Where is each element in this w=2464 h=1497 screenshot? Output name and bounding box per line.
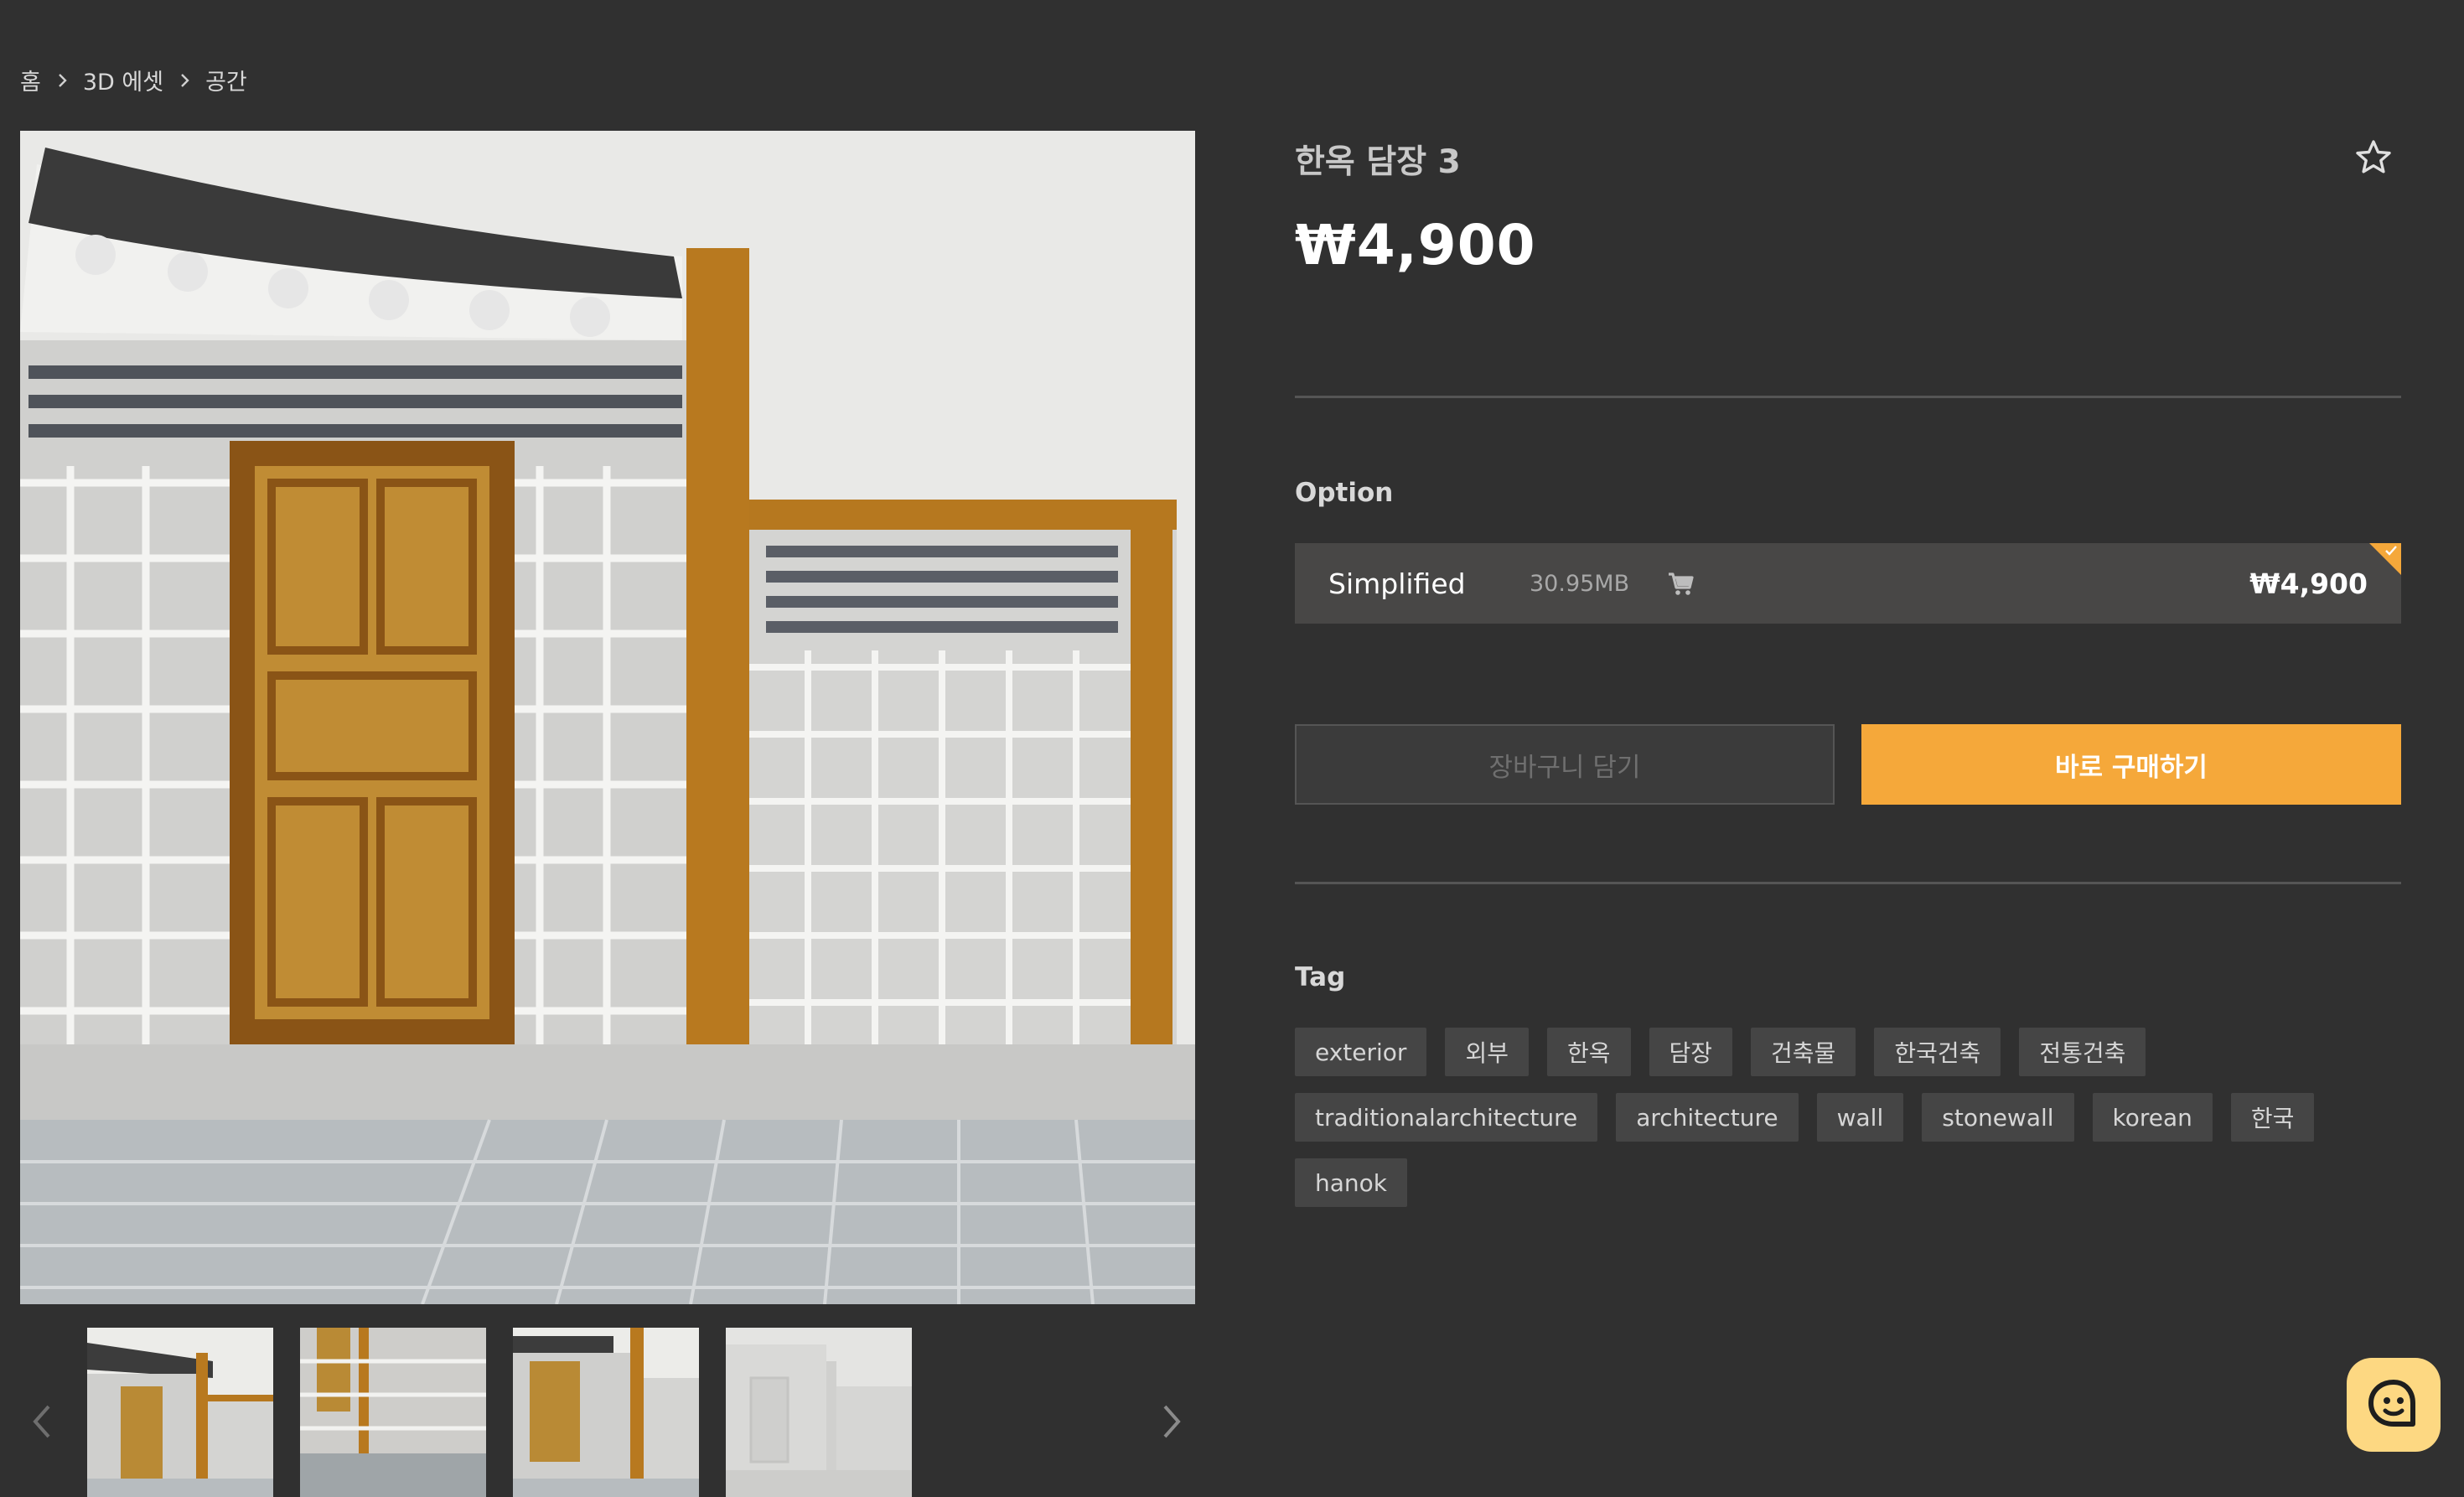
tag-item[interactable]: wall — [1816, 1093, 1904, 1142]
tag-item[interactable]: 한옥 — [1546, 1028, 1631, 1076]
chat-button[interactable] — [2347, 1358, 2441, 1452]
breadcrumb: 홈 3D 에셋 공간 — [20, 64, 247, 96]
tag-item[interactable]: hanok — [1295, 1158, 1407, 1207]
tag-item[interactable]: 한국건축 — [1874, 1028, 2001, 1076]
chevron-right-icon — [175, 71, 194, 90]
option-simplified[interactable]: Simplified 30.95MB ₩4,900 — [1295, 543, 2401, 624]
thumbnail-2[interactable] — [300, 1328, 486, 1497]
breadcrumb-home[interactable]: 홈 — [20, 64, 41, 96]
thumbnail-prev-button[interactable] — [23, 1398, 60, 1445]
thumbnail-3[interactable] — [513, 1328, 699, 1497]
chevron-right-icon — [53, 71, 71, 90]
tag-item[interactable]: architecture — [1616, 1093, 1799, 1142]
divider — [1295, 396, 2401, 398]
option-name: Simplified — [1328, 567, 1466, 600]
tag-item[interactable]: stonewall — [1922, 1093, 2074, 1142]
star-outline-icon — [2356, 140, 2391, 174]
product-page: 홈 3D 에셋 공간 한옥 담장 3 ₩4,900 Option Simplif… — [0, 0, 2464, 1497]
thumbnail-list — [87, 1328, 912, 1497]
check-icon — [2385, 546, 2397, 556]
buy-now-button[interactable]: 바로 구매하기 — [1861, 724, 2401, 805]
add-to-cart-button[interactable]: 장바구니 담기 — [1295, 724, 1835, 805]
tag-item[interactable]: 건축물 — [1751, 1028, 1856, 1076]
chat-icon — [2368, 1380, 2415, 1427]
favorite-button[interactable] — [2353, 137, 2394, 178]
option-price: ₩4,900 — [2249, 567, 2368, 600]
tag-item[interactable]: 담장 — [1649, 1028, 1733, 1076]
tag-section-label: Tag — [1295, 962, 1346, 992]
tag-list: exterior 외부 한옥 담장 건축물 한국건축 전통건축 traditio… — [1295, 1028, 2410, 1207]
chevron-left-icon — [33, 1405, 50, 1438]
divider — [1295, 882, 2401, 884]
thumbnail-1[interactable] — [87, 1328, 273, 1497]
cart-icon — [1664, 567, 1697, 600]
breadcrumb-space[interactable]: 공간 — [205, 64, 247, 96]
product-price: ₩4,900 — [1295, 213, 1536, 277]
product-main-image[interactable] — [20, 131, 1195, 1304]
chevron-right-icon — [1163, 1405, 1181, 1438]
product-title: 한옥 담장 3 — [1295, 143, 1461, 181]
breadcrumb-3d-assets[interactable]: 3D 에셋 — [83, 64, 163, 96]
tag-item[interactable]: korean — [2092, 1093, 2213, 1142]
option-file-size: 30.95MB — [1530, 570, 1630, 597]
thumbnail-next-button[interactable] — [1153, 1398, 1190, 1445]
tag-item[interactable]: exterior — [1295, 1028, 1427, 1076]
option-section-label: Option — [1295, 478, 1394, 508]
tag-item[interactable]: 한국 — [2230, 1093, 2315, 1142]
tag-item[interactable]: 외부 — [1445, 1028, 1529, 1076]
thumbnail-4[interactable] — [726, 1328, 912, 1497]
tag-item[interactable]: traditionalarchitecture — [1295, 1093, 1598, 1142]
tag-item[interactable]: 전통건축 — [2019, 1028, 2146, 1076]
